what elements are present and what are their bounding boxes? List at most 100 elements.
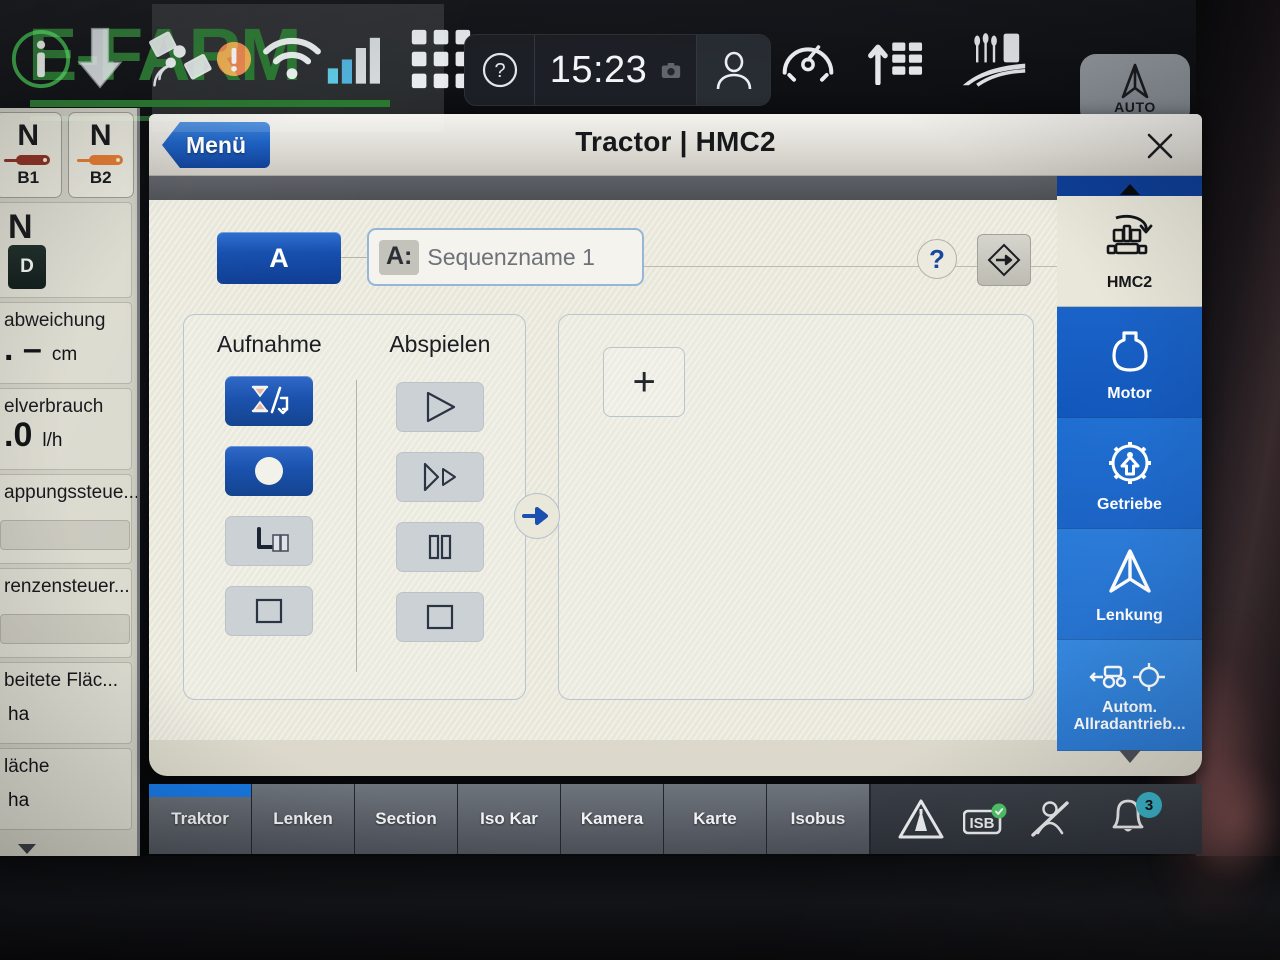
gear-button-row: N B1 N B2 xyxy=(0,112,134,198)
sidebar-label-awd: Autom. Allradantrieb... xyxy=(1073,698,1186,733)
road-warning-icon[interactable] xyxy=(897,798,945,840)
sidebar-item-hmc2[interactable]: HMC2 xyxy=(1057,196,1202,307)
deviation-tile: аbweichung . – cm xyxy=(0,302,132,384)
tab-section[interactable]: Section xyxy=(355,784,458,854)
record-button[interactable] xyxy=(225,446,314,496)
step-back-button[interactable] xyxy=(225,516,314,566)
deviation-unit: cm xyxy=(51,344,78,365)
clock-capsule: ? 15:23 xyxy=(464,34,771,106)
headland-slider-track[interactable] xyxy=(0,520,130,550)
auto-button-label: AUTO xyxy=(1114,99,1156,115)
download-arrow-icon[interactable] xyxy=(72,24,128,94)
total-area-unit: ha xyxy=(8,790,30,811)
gear-b2-label: B2 xyxy=(89,167,112,187)
tab-kamera[interactable]: Kamera xyxy=(561,784,664,854)
gear-transmission-icon xyxy=(1102,432,1158,494)
limit-label: renzensteuer... xyxy=(4,576,130,597)
gear-button-b2[interactable]: N B2 xyxy=(67,112,134,198)
hmc2-dialog-window: Menü Tractor | HMC2 A A: Sequenzname 1 ?… xyxy=(149,114,1202,776)
alert-circle-icon xyxy=(212,36,256,82)
sequence-name-input[interactable]: A: Sequenzname 1 xyxy=(367,228,644,286)
record-button-column xyxy=(184,376,355,676)
add-step-button[interactable]: + xyxy=(603,347,686,417)
sequence-a-button[interactable]: A xyxy=(217,232,341,284)
sidebar-scroll-down-button[interactable] xyxy=(1057,750,1202,772)
awd-icon xyxy=(1087,657,1173,697)
tab-lenken[interactable]: Lenken xyxy=(252,784,355,854)
fuel-unit: l/h xyxy=(42,430,63,451)
camera-icon[interactable] xyxy=(661,62,681,79)
drive-mode-chip: D xyxy=(8,245,46,290)
performance-gauge-icon[interactable] xyxy=(780,33,836,85)
status-tray: ISB 3 xyxy=(870,784,1202,854)
bottom-tab-bar: Traktor Lenken Section Iso Kar Kamera Ka… xyxy=(149,784,1202,854)
step-play-button[interactable] xyxy=(395,452,484,502)
chevron-down-icon xyxy=(1118,750,1141,763)
user-profile-icon[interactable] xyxy=(696,35,770,105)
sequence-editor-area: A A: Sequenzname 1 ? Aufnahme Abspielen … xyxy=(149,214,1088,740)
fuel-value: .0 xyxy=(4,416,33,454)
gear-button-b1[interactable]: N B1 xyxy=(0,112,62,198)
diamond-arrow-icon xyxy=(987,243,1021,277)
sidebar-item-motor[interactable]: Motor xyxy=(1057,307,1202,418)
pause-button[interactable] xyxy=(395,522,484,572)
stop-play-button[interactable] xyxy=(395,592,484,642)
top-status-bar: ? 15:23 AUTO xyxy=(0,0,1206,126)
headland-control-tile[interactable]: appungssteue... xyxy=(0,474,137,564)
tab-traktor[interactable]: Traktor xyxy=(149,784,252,854)
timer-mode-toggle-button[interactable] xyxy=(225,376,314,426)
satellite-gps-icon[interactable] xyxy=(142,26,222,92)
left-panel-scroll-down-icon[interactable] xyxy=(18,844,36,854)
sidebar-item-getriebe[interactable]: Getriebe xyxy=(1057,418,1202,529)
screenshot-photo: ? 15:23 AUTO E-FARM N B1 N B2 N D аbweic… xyxy=(0,0,1280,960)
hydraulic-cylinder-icon xyxy=(4,154,51,165)
editor-panels: Aufnahme Abspielen + xyxy=(183,314,1034,700)
field-farm-icon[interactable] xyxy=(958,30,1030,88)
isb-badge-icon[interactable]: ISB xyxy=(963,802,1009,836)
step-return-icon xyxy=(257,527,290,552)
sequence-name-row: A A: Sequenzname 1 ? xyxy=(183,228,1088,304)
sequence-end-button[interactable] xyxy=(977,234,1031,286)
worked-area-label: beitete Fläc... xyxy=(4,670,119,691)
hand-crossed-icon[interactable] xyxy=(1027,799,1073,839)
fuel-consumption-tile: elverbrauch .0 l/h xyxy=(0,388,132,470)
status-icon-group xyxy=(0,0,476,118)
total-area-label: läche xyxy=(4,756,50,777)
help-icon[interactable]: ? xyxy=(465,35,535,105)
notification-button[interactable]: 3 xyxy=(1106,792,1162,844)
tab-iso-kar[interactable]: Iso Kar xyxy=(458,784,561,854)
engine-icon xyxy=(1103,321,1157,383)
implement-rows-icon[interactable] xyxy=(866,33,928,86)
sequence-name-placeholder: Sequenzname 1 xyxy=(427,243,595,270)
wifi-icon[interactable] xyxy=(260,31,324,87)
drive-mode-tile: N D xyxy=(0,202,132,298)
limit-control-tile[interactable]: renzensteuer... xyxy=(0,568,132,658)
blue-right-arrow-icon xyxy=(522,507,548,525)
svg-text:?: ? xyxy=(494,60,505,82)
tab-isobus[interactable]: Isobus xyxy=(767,784,870,854)
sidebar-label-lenkung: Lenkung xyxy=(1096,607,1163,625)
sidebar-label-motor: Motor xyxy=(1107,385,1152,403)
limit-slider-track[interactable] xyxy=(0,614,130,644)
info-icon[interactable] xyxy=(10,28,72,90)
drive-gear-value: N xyxy=(8,207,33,246)
worked-area-unit: ha xyxy=(8,704,30,725)
close-button[interactable] xyxy=(1140,126,1180,166)
stop-record-button[interactable] xyxy=(225,586,314,636)
signal-bars-icon[interactable] xyxy=(324,32,380,86)
sidebar-scroll-up-button[interactable] xyxy=(1057,176,1202,196)
play-button-column xyxy=(355,376,526,676)
guidance-arrow-icon xyxy=(1121,63,1149,99)
sidebar-item-lenkung[interactable]: Lenkung xyxy=(1057,529,1202,640)
tab-karte[interactable]: Karte xyxy=(664,784,767,854)
dialog-titlebar: Menü Tractor | HMC2 xyxy=(149,114,1202,176)
sidebar-item-awd[interactable]: Autom. Allradantrieb... xyxy=(1057,640,1202,763)
transport-controls-panel: Aufnahme Abspielen xyxy=(183,314,560,700)
hydraulic-cylinder-icon xyxy=(76,154,123,165)
clock-display: 15:23 xyxy=(535,49,696,92)
record-circle-icon xyxy=(255,457,284,485)
play-button[interactable] xyxy=(395,382,484,432)
dialog-subbar xyxy=(149,176,1202,200)
sequence-help-button[interactable]: ? xyxy=(917,239,957,279)
gear-b2-value: N xyxy=(89,119,112,153)
